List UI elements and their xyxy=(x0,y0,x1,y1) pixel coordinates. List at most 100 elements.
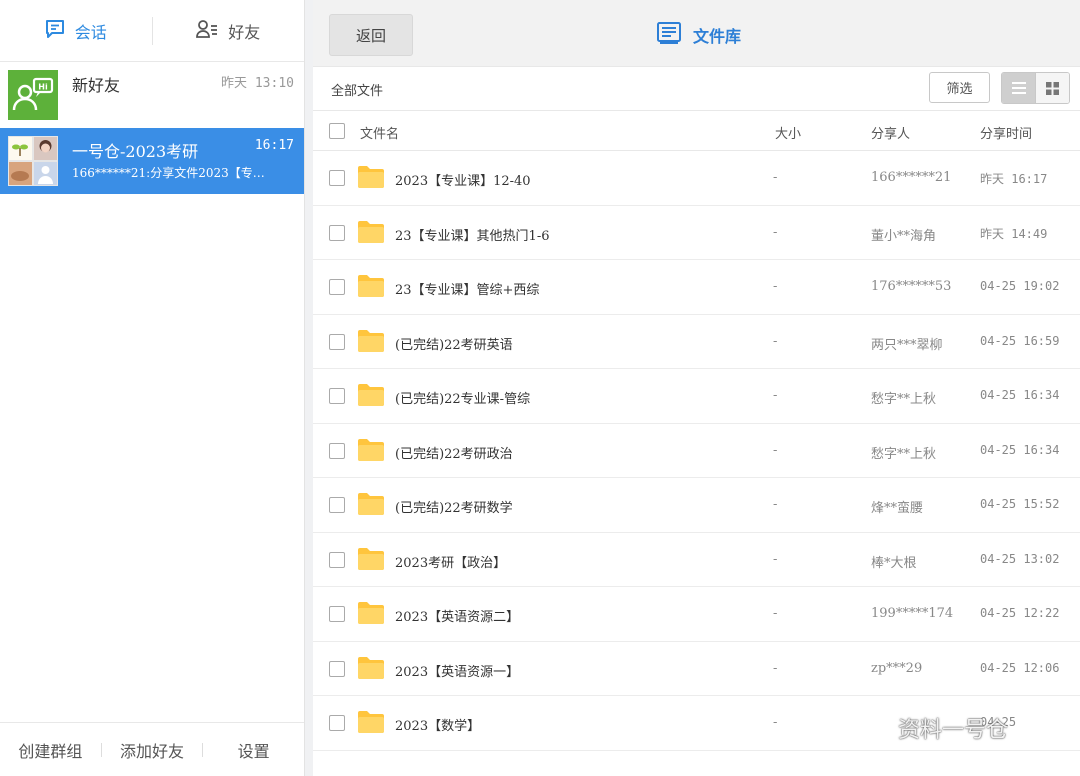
file-share-time: 04-25 13:02 xyxy=(980,551,1060,566)
file-size: - xyxy=(773,224,778,240)
file-size: - xyxy=(773,551,778,567)
table-row[interactable]: (已完结)22专业课-管综 - 愁字**上秋 04-25 16:34 xyxy=(313,369,1080,424)
file-sharer: 烽**蛮腰 xyxy=(871,501,924,516)
grid-view-icon[interactable] xyxy=(1035,73,1069,103)
conversation-new-friends[interactable]: Hi 新好友 昨天 13:10 xyxy=(0,62,304,128)
file-toolbar: 全部文件 筛选 xyxy=(313,67,1080,111)
table-row[interactable]: 2023【英语资源一】 - zp***29 04-25 12:06 xyxy=(313,642,1080,696)
file-size: - xyxy=(773,442,778,458)
file-name[interactable]: 2023【英语资源二】 xyxy=(395,606,519,625)
row-checkbox[interactable] xyxy=(329,497,345,513)
contacts-icon xyxy=(196,19,218,43)
file-sharer: 199*****174 xyxy=(871,606,954,621)
file-name[interactable]: (已完结)22考研数学 xyxy=(395,497,513,516)
column-share-time[interactable]: 分享时间 xyxy=(980,123,1032,142)
row-checkbox[interactable] xyxy=(329,715,345,731)
file-list: 2023【专业课】12-40 - 166******21 昨天 16:17 23【专业课… xyxy=(313,151,1080,751)
row-checkbox[interactable] xyxy=(329,442,345,459)
file-size: - xyxy=(773,715,778,730)
folder-icon xyxy=(358,602,384,628)
conversation-time: 昨天 13:10 xyxy=(221,76,294,91)
row-checkbox[interactable] xyxy=(329,660,345,677)
select-all-checkbox[interactable] xyxy=(329,123,345,139)
folder-icon xyxy=(358,438,384,465)
tab-conversations-label: 会话 xyxy=(74,22,107,42)
file-name[interactable]: 2023【英语资源一】 xyxy=(395,661,519,680)
file-sharer: 棒*大根 xyxy=(871,555,917,571)
file-size: - xyxy=(773,388,778,403)
folder-icon xyxy=(358,166,384,192)
back-button[interactable]: 返回 xyxy=(329,14,413,56)
file-sharer: 176******53 xyxy=(871,279,952,294)
chat-icon xyxy=(45,19,65,43)
table-row[interactable]: 2023【英语资源二】 - 199*****174 04-25 12:22 xyxy=(313,587,1080,642)
page-title: 文件库 xyxy=(657,22,741,48)
file-sharer: 愁字**上秋 xyxy=(871,446,937,462)
new-friend-avatar: Hi xyxy=(8,70,58,120)
sidebar: 会话 好友 Hi 新好友 昨天 13:10 一号仓-2023考研 16:17 1… xyxy=(0,0,305,776)
column-size[interactable]: 大小 xyxy=(775,123,801,142)
table-row[interactable]: 2023【专业课】12-40 - 166******21 昨天 16:17 xyxy=(313,151,1080,206)
row-checkbox[interactable] xyxy=(329,388,345,404)
file-name[interactable]: 2023考研【政治】 xyxy=(395,552,506,571)
file-name[interactable]: 23【专业课】其他热门1-6 xyxy=(395,225,549,244)
folder-icon xyxy=(358,493,384,519)
table-row[interactable]: 23【专业课】其他热门1-6 - 董小**海角 昨天 14:49 xyxy=(313,206,1080,260)
file-sharer: 166******21 xyxy=(871,170,952,185)
column-sharer[interactable]: 分享人 xyxy=(871,123,910,142)
file-size: - xyxy=(773,279,778,294)
file-share-time: 04-25 16:34 xyxy=(980,442,1060,457)
row-checkbox[interactable] xyxy=(329,224,345,241)
table-row[interactable]: (已完结)22考研数学 - 烽**蛮腰 04-25 15:52 xyxy=(313,478,1080,533)
folder-icon xyxy=(358,275,384,301)
row-checkbox[interactable] xyxy=(329,170,345,186)
file-share-time: 04-25 19:02 xyxy=(980,279,1060,293)
file-share-time: 04-25 15:52 xyxy=(980,497,1060,511)
conversation-preview: 166******21:分享文件2023【专… xyxy=(72,166,265,180)
file-size: - xyxy=(773,497,778,512)
row-checkbox[interactable] xyxy=(329,279,345,295)
conversation-name: 一号仓-2023考研 xyxy=(72,142,199,161)
file-library-icon xyxy=(657,22,681,48)
folder-icon xyxy=(358,656,384,683)
filter-button[interactable]: 筛选 xyxy=(929,72,990,103)
file-name[interactable]: (已完结)22考研英语 xyxy=(395,334,513,353)
add-friend-button[interactable]: 添加好友 xyxy=(102,738,203,762)
sidebar-tabs: 会话 好友 xyxy=(0,0,304,62)
view-toggle xyxy=(1001,72,1070,104)
file-share-time: 04-25 12:22 xyxy=(980,606,1060,620)
row-checkbox[interactable] xyxy=(329,551,345,568)
tab-friends[interactable]: 好友 xyxy=(153,0,305,61)
create-group-button[interactable]: 创建群组 xyxy=(0,738,101,762)
table-row[interactable]: (已完结)22考研英语 - 两只***翠柳 04-25 16:59 xyxy=(313,315,1080,369)
table-header: 文件名 大小 分享人 分享时间 xyxy=(313,111,1080,151)
conversation-kaoyan-group[interactable]: 一号仓-2023考研 16:17 166******21:分享文件2023【专… xyxy=(0,128,304,194)
file-name[interactable]: 23【专业课】管综+西综 xyxy=(395,279,539,298)
page-title-text: 文件库 xyxy=(693,27,742,46)
table-row[interactable]: 23【专业课】管综+西综 - 176******53 04-25 19:02 xyxy=(313,260,1080,315)
file-name[interactable]: (已完结)22专业课-管综 xyxy=(395,388,530,407)
file-share-time: 04-25 16:59 xyxy=(980,333,1060,348)
sidebar-footer: 创建群组 添加好友 设置 xyxy=(0,722,304,776)
svg-text:Hi: Hi xyxy=(38,83,48,92)
conversation-name: 新好友 xyxy=(72,76,121,95)
folder-icon xyxy=(358,384,384,410)
tab-conversations[interactable]: 会话 xyxy=(0,0,152,61)
list-view-icon[interactable] xyxy=(1002,73,1035,103)
row-checkbox[interactable] xyxy=(329,606,345,622)
column-name[interactable]: 文件名 xyxy=(360,123,399,142)
file-name[interactable]: 2023【专业课】12-40 xyxy=(395,170,531,189)
file-size: - xyxy=(773,170,778,185)
file-share-time: 04-25 16:34 xyxy=(980,388,1060,402)
table-row[interactable]: (已完结)22考研政治 - 愁字**上秋 04-25 16:34 xyxy=(313,424,1080,478)
folder-icon xyxy=(358,329,384,356)
settings-button[interactable]: 设置 xyxy=(203,738,304,762)
row-checkbox[interactable] xyxy=(329,333,345,350)
file-name[interactable]: 2023【数学】 xyxy=(395,715,480,734)
breadcrumb[interactable]: 全部文件 xyxy=(331,80,383,99)
file-share-time: 昨天 16:17 xyxy=(980,172,1048,186)
file-name[interactable]: (已完结)22考研政治 xyxy=(395,443,513,462)
file-size: - xyxy=(773,660,778,676)
file-size: - xyxy=(773,606,778,621)
table-row[interactable]: 2023考研【政治】 - 棒*大根 04-25 13:02 xyxy=(313,533,1080,587)
